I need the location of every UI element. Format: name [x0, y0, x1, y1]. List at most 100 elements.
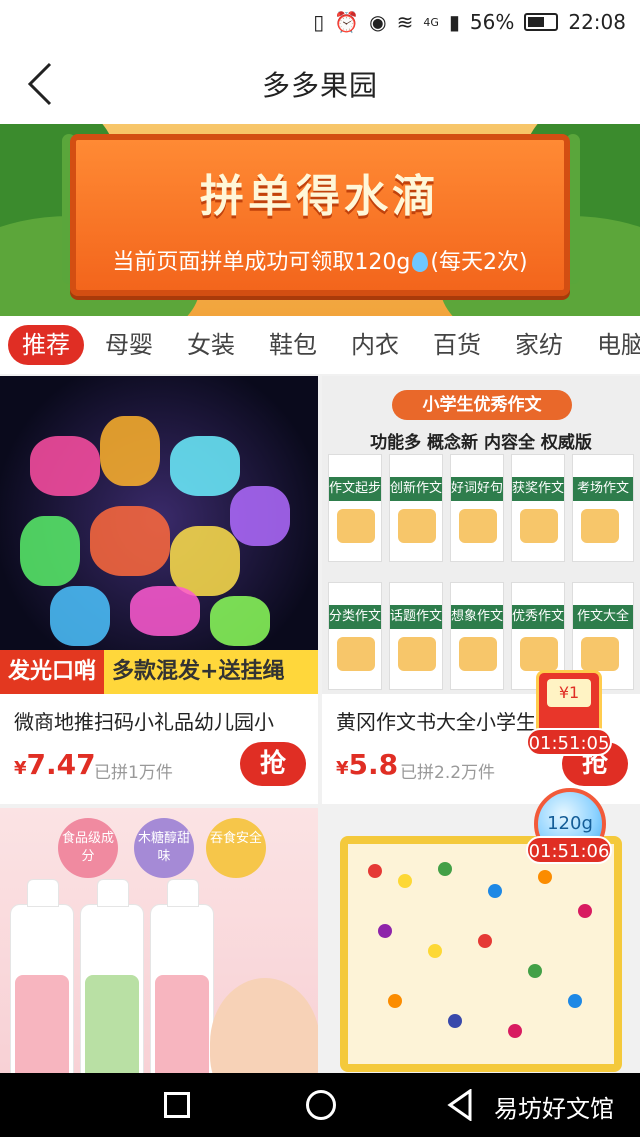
bottle-label: [155, 975, 209, 1073]
book-cover: 创新作文: [389, 454, 443, 562]
whistle-shape: [230, 486, 290, 546]
peg: [538, 870, 552, 884]
tab-shoes-bags[interactable]: 鞋包: [252, 325, 334, 365]
child-photo: [210, 978, 318, 1073]
peg: [378, 924, 392, 938]
toothpaste-bottle: [80, 879, 144, 1073]
whistle-shape: [90, 506, 170, 576]
book-title: 优秀作文: [512, 605, 564, 629]
status-bar: ▯ ⏰ ◉ ≋ 4G ▮ 56% 22:08: [0, 0, 640, 44]
book-cover: 好词好句: [450, 454, 504, 562]
book-illustration: [459, 637, 497, 671]
peg: [438, 862, 452, 876]
signal-icon: ▮: [448, 10, 460, 34]
book-illustration: [398, 637, 436, 671]
peg: [388, 994, 402, 1008]
feature-badge: 吞食安全: [206, 818, 266, 878]
product-card[interactable]: 发光口哨 多款混发+送挂绳 微商地推扫码小礼品幼儿园小 ¥7.47 已拼1万件 …: [0, 376, 318, 804]
book-illustration: [337, 637, 375, 671]
peg: [578, 904, 592, 918]
whistle-shape: [170, 526, 240, 596]
book-cover: 想象作文: [450, 582, 504, 690]
book-illustration: [459, 509, 497, 543]
product-image: 小学生优秀作文 功能多 概念新 内容全 权威版 作文起步 创新作文 好词好句 获…: [322, 376, 640, 694]
product-card[interactable]: 食品级成分 木糖醇甜味 吞食安全: [0, 808, 318, 1073]
water-timer: 01:51:06: [526, 836, 612, 864]
book-series-subtitle: 功能多 概念新 内容全 权威版: [370, 433, 592, 453]
chevron-left-icon: [27, 62, 52, 106]
eye-icon: ◉: [369, 10, 387, 34]
whistle-shape: [210, 596, 270, 646]
peg-board: [340, 836, 622, 1072]
water-drop-icon: [412, 252, 429, 272]
peg: [368, 864, 382, 878]
bottle-label: [85, 975, 139, 1073]
whistle-shape: [100, 416, 160, 486]
product-image: 食品级成分 木糖醇甜味 吞食安全: [0, 808, 318, 1073]
sold-count: 已拼2.2万件: [400, 763, 496, 783]
peg: [568, 994, 582, 1008]
recent-apps-icon[interactable]: [164, 1092, 190, 1118]
back-triangle-icon[interactable]: [446, 1089, 474, 1121]
book-title: 话题作文: [390, 605, 442, 629]
book-illustration: [581, 509, 619, 543]
network-label: 4G: [423, 15, 439, 29]
tab-general[interactable]: 百货: [416, 325, 498, 365]
book-illustration: [398, 509, 436, 543]
peg: [478, 934, 492, 948]
book-cover: 获奖作文: [511, 454, 565, 562]
sign-board: 拼单得水滴 当前页面拼单成功可领取120g (每天2次): [70, 134, 570, 296]
banner-subtitle: 当前页面拼单成功可领取120g (每天2次): [76, 244, 564, 276]
tab-recommend[interactable]: 推荐: [8, 325, 84, 365]
bottle-cap: [27, 879, 59, 907]
book-illustration: [520, 637, 558, 671]
currency-symbol: ¥: [14, 758, 27, 779]
promo-tag-primary: 发光口哨: [0, 650, 105, 694]
book-title: 作文大全: [573, 605, 633, 629]
watermark: 易坊好文馆: [494, 1095, 614, 1123]
peg: [398, 874, 412, 888]
tab-underwear[interactable]: 内衣: [334, 325, 416, 365]
peg: [508, 1024, 522, 1038]
bottle-cap: [167, 879, 199, 907]
sold-count: 已拼1万件: [94, 763, 173, 783]
whistle-shape: [30, 436, 100, 496]
peg: [428, 944, 442, 958]
category-tabs: 推荐 母婴 女装 鞋包 内衣 百货 家纺 电脑: [0, 316, 640, 374]
banner-subtitle-pre: 当前页面拼单成功可领取120g: [112, 250, 411, 275]
wifi-icon: ≋: [396, 10, 414, 34]
product-image: 发光口哨 多款混发+送挂绳: [0, 376, 318, 694]
system-nav-bar: 易坊好文馆: [0, 1073, 640, 1137]
currency-symbol: ¥: [336, 758, 349, 779]
nav-bar: 多多果园: [0, 44, 640, 124]
red-packet-amount: ¥1: [547, 679, 591, 707]
red-packet-timer: 01:51:05: [526, 728, 612, 756]
promo-banner[interactable]: 拼单得水滴 当前页面拼单成功可领取120g (每天2次): [0, 124, 640, 316]
page-title: 多多果园: [261, 69, 378, 102]
tab-women[interactable]: 女装: [170, 325, 252, 365]
home-icon[interactable]: [306, 1090, 336, 1120]
tab-home-textile[interactable]: 家纺: [498, 325, 580, 365]
whistle-shape: [170, 436, 240, 496]
peg: [448, 1014, 462, 1028]
back-button[interactable]: [20, 62, 60, 106]
feature-badge: 食品级成分: [58, 818, 118, 878]
promo-tag-secondary: 多款混发+送挂绳: [104, 650, 318, 694]
book-cover: 作文起步: [328, 454, 382, 562]
tab-baby[interactable]: 母婴: [88, 325, 170, 365]
whistle-shape: [50, 586, 110, 646]
book-illustration: [581, 637, 619, 671]
book-cover: 考场作文: [572, 454, 634, 562]
alarm-icon: ⏰: [334, 10, 360, 34]
grab-button[interactable]: 抢: [240, 742, 306, 786]
book-series-title: 小学生优秀作文: [392, 390, 572, 420]
price-value: 5.8: [348, 748, 399, 781]
price-value: 7.47: [26, 748, 96, 781]
tab-computer[interactable]: 电脑: [580, 325, 640, 365]
book-title: 获奖作文: [512, 477, 564, 501]
book-title: 考场作文: [573, 477, 633, 501]
battery-icon: [524, 13, 559, 31]
peg: [528, 964, 542, 978]
banner-title: 拼单得水滴: [200, 171, 440, 222]
book-illustration: [337, 509, 375, 543]
